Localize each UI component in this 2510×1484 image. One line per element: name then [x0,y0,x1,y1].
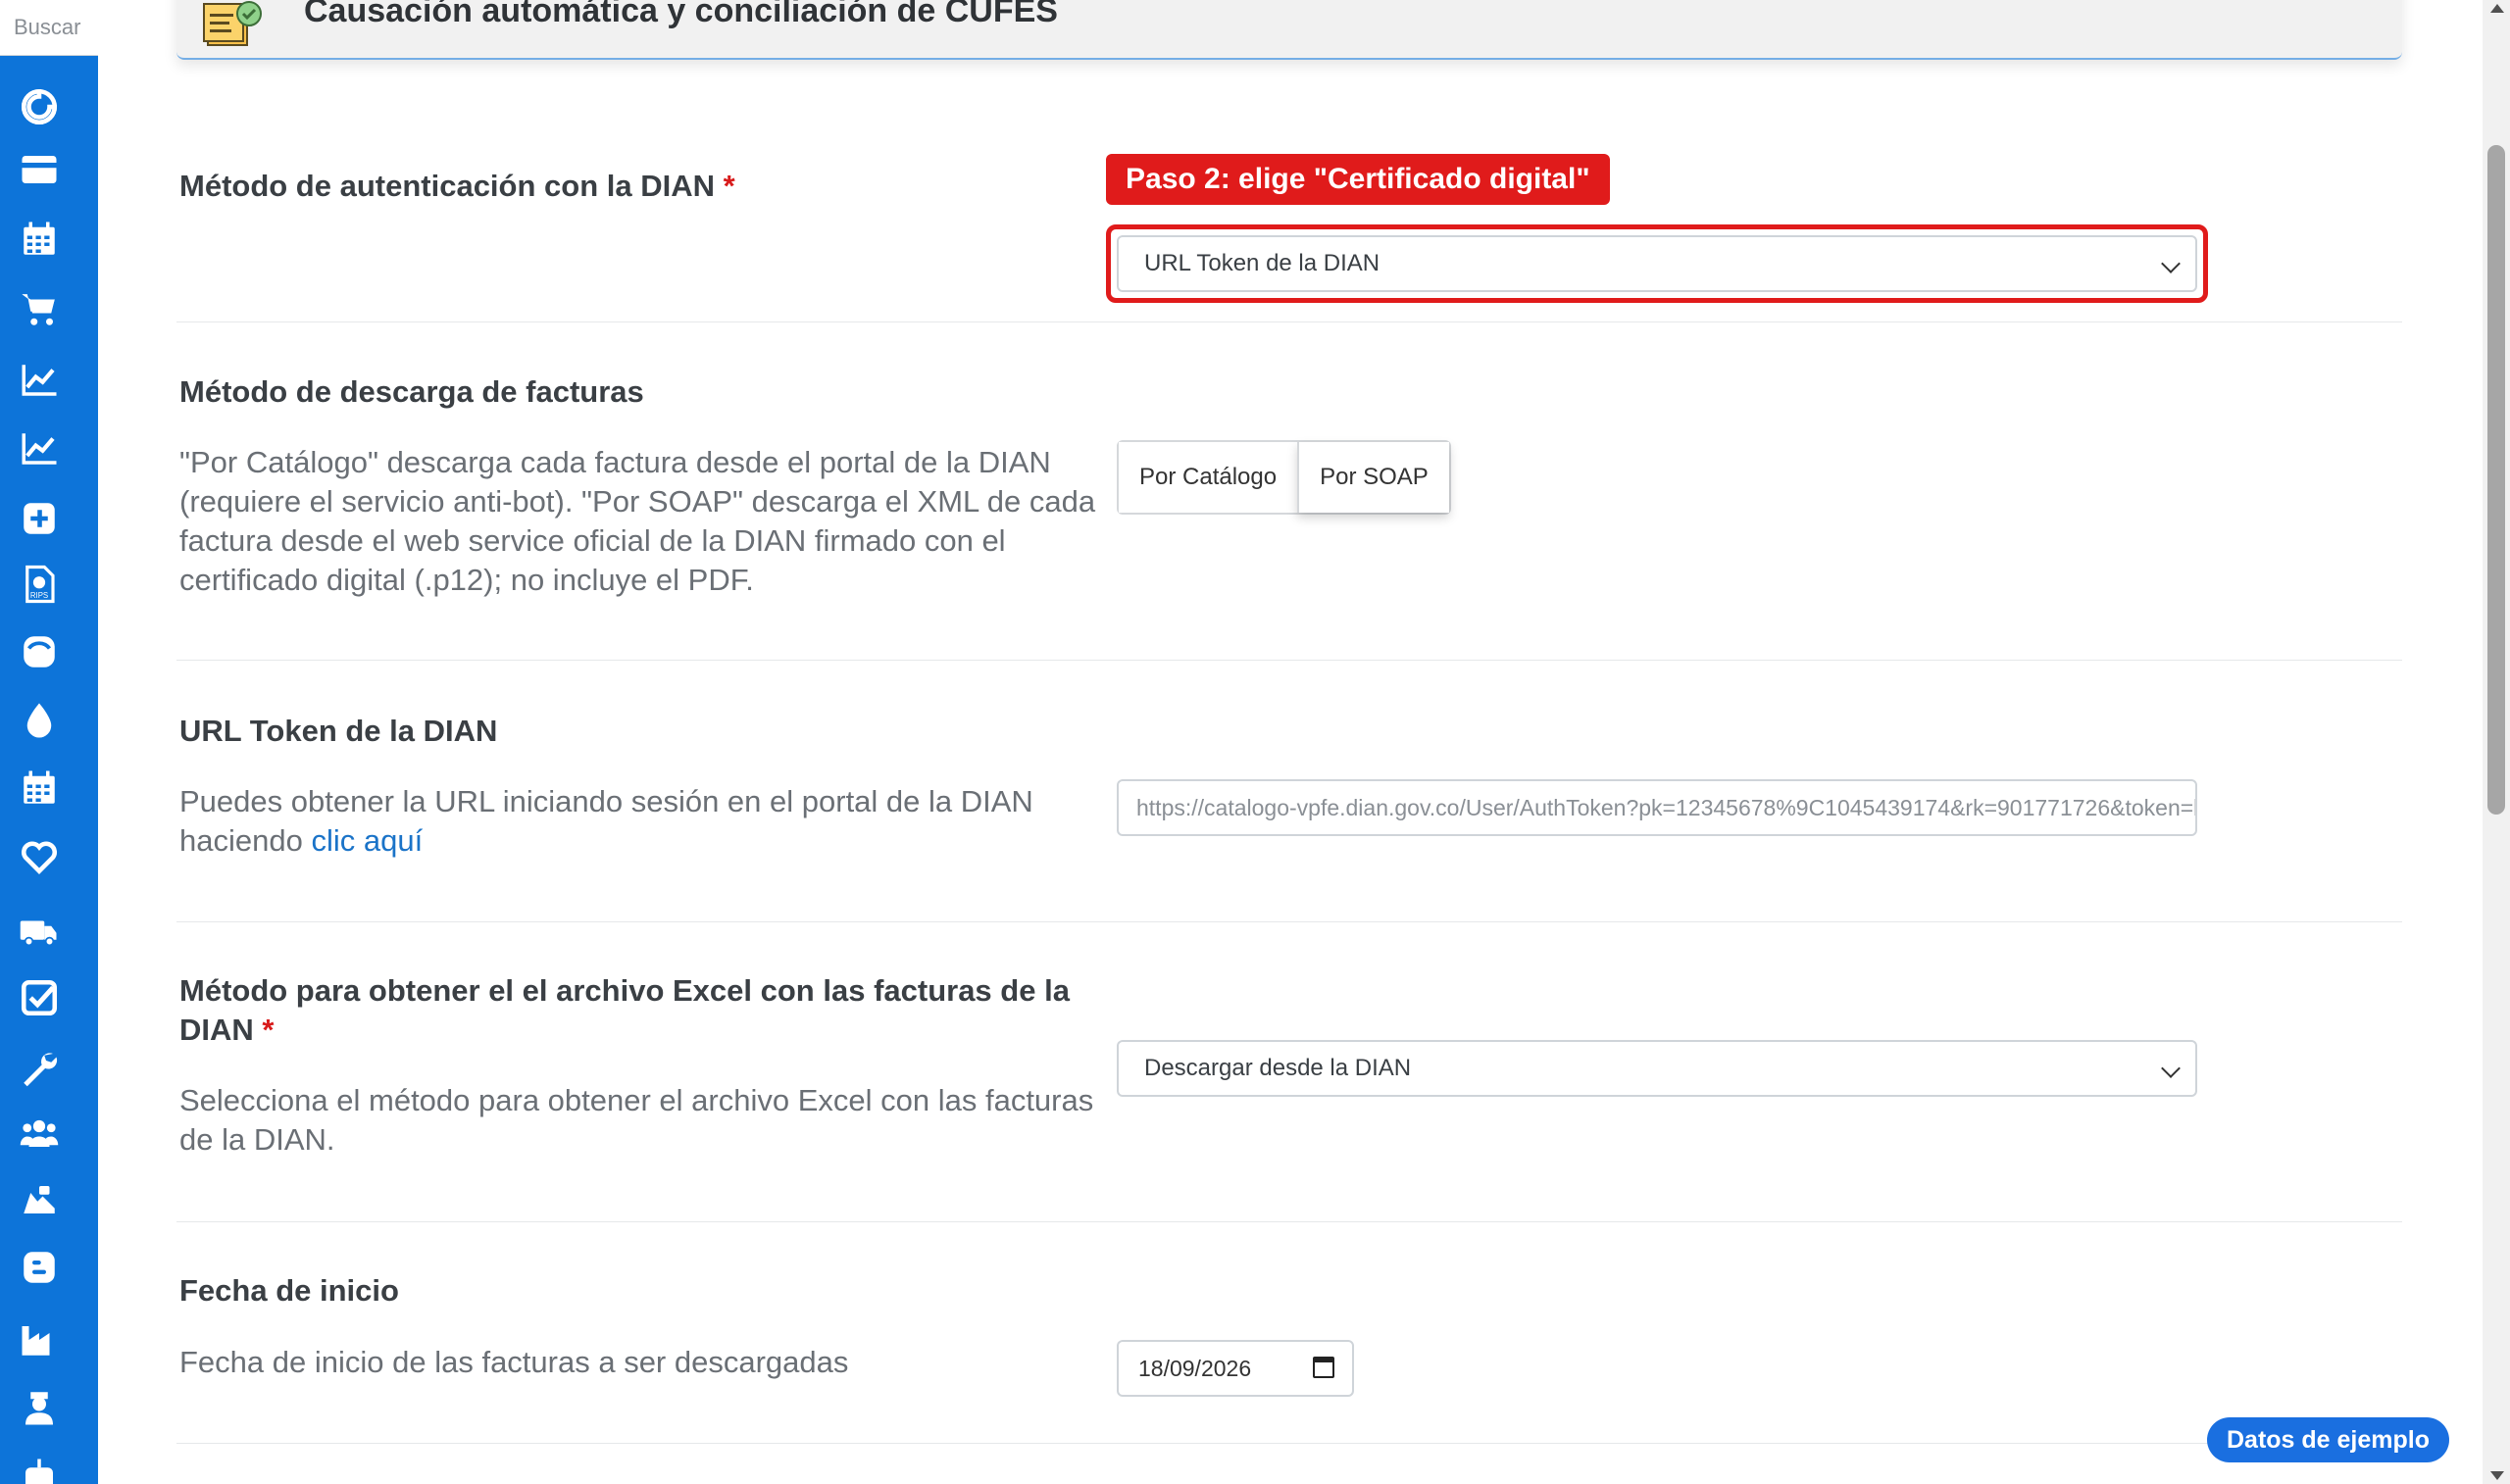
scrollbar[interactable] [2483,0,2510,1484]
header-card: Causación automática y conciliación de C… [176,0,2402,60]
download-method-description: "Por Catálogo" descarga cada factura des… [179,445,1096,597]
refresh-icon[interactable] [18,85,61,128]
robot-icon[interactable] [18,1455,61,1484]
divider [176,1221,2402,1222]
calendar-alt-icon[interactable] [18,767,61,810]
calendar-picker-icon[interactable] [1313,1357,1334,1378]
chart-line-icon[interactable] [18,359,61,402]
por-catalogo-button[interactable]: Por Catálogo [1119,442,1298,513]
download-method-toggle: Por Catálogo Por SOAP [1117,440,1451,515]
scroll-up-arrow-icon[interactable] [2490,4,2504,13]
por-soap-button[interactable]: Por SOAP [1297,442,1449,513]
cart-icon[interactable] [18,288,61,331]
factory-icon[interactable] [18,1318,61,1361]
sidebar-search[interactable] [0,0,98,56]
token-url-input[interactable]: https://catalogo-vpfe.dian.gov.co/User/A… [1117,779,2197,836]
start-date-value: 18/09/2026 [1138,1356,1252,1381]
page-title: Causación automática y conciliación de C… [304,0,1058,29]
plus-square-icon[interactable] [18,497,61,540]
excel-method-label: Método para obtener el el archivo Excel … [179,971,1096,1050]
start-date-description: Fecha de inicio de las facturas a ser de… [179,1345,849,1379]
truck-icon[interactable] [18,910,61,953]
token-url-placeholder: https://catalogo-vpfe.dian.gov.co/User/A… [1136,795,2197,820]
required-marker: * [723,169,735,203]
auth-method-select[interactable]: URL Token de la DIAN [1117,235,2197,292]
divider [176,921,2402,922]
user-nurse-icon[interactable] [18,1386,61,1429]
drop-icon[interactable] [18,699,61,742]
users-icon[interactable] [18,1112,61,1155]
auth-method-label: Método de autenticación con la DIAN * [179,167,735,206]
start-date-input[interactable]: 18/09/2026 [1117,1340,1354,1397]
rips-file-icon[interactable]: RIPS [18,563,61,606]
token-url-link[interactable]: clic aquí [311,823,423,858]
invoice-check-icon [200,0,263,49]
excel-method-select[interactable]: Descargar desde la DIAN [1117,1040,2197,1097]
scrollbar-thumb[interactable] [2487,145,2505,815]
required-marker: * [262,1013,275,1047]
calendar-icon[interactable] [18,218,61,261]
credit-card-icon[interactable] [18,148,61,191]
excel-method-description: Selecciona el método para obtener el arc… [179,1083,1094,1157]
heart-icon[interactable] [18,834,61,877]
machine-icon[interactable] [18,1178,61,1221]
check-square-icon[interactable] [18,976,61,1019]
download-method-label: Método de descarga de facturas [179,374,644,409]
token-url-description-text: Puedes obtener la URL iniciando sesión e… [179,784,1033,858]
sidebar-search-input[interactable] [0,0,98,55]
divider [176,1443,2402,1444]
wrench-icon[interactable] [18,1046,61,1089]
svg-text:RIPS: RIPS [30,591,48,600]
blogger-icon[interactable] [18,1246,61,1289]
divider [176,660,2402,661]
token-url-description: Puedes obtener la URL iniciando sesión e… [179,782,1096,861]
auth-method-label-text: Método de autenticación con la DIAN [179,169,715,203]
chevron-down-icon [2161,1059,2181,1078]
step-badge: Paso 2: elige "Certificado digital" [1106,154,1610,205]
excel-method-selected-value: Descargar desde la DIAN [1144,1055,1412,1081]
excel-method-label-text: Método para obtener el el archivo Excel … [179,973,1070,1047]
auth-method-selected-value: URL Token de la DIAN [1144,250,1380,276]
chevron-down-icon [2161,254,2181,273]
start-date-label: Fecha de inicio [179,1273,399,1308]
chart-area-icon[interactable] [18,427,61,470]
sidebar: RIPS [0,0,98,1484]
scroll-down-arrow-icon[interactable] [2490,1471,2504,1480]
sample-data-button[interactable]: Datos de ejemplo [2207,1417,2449,1462]
tooth-icon[interactable] [18,630,61,673]
token-url-label: URL Token de la DIAN [179,714,498,748]
